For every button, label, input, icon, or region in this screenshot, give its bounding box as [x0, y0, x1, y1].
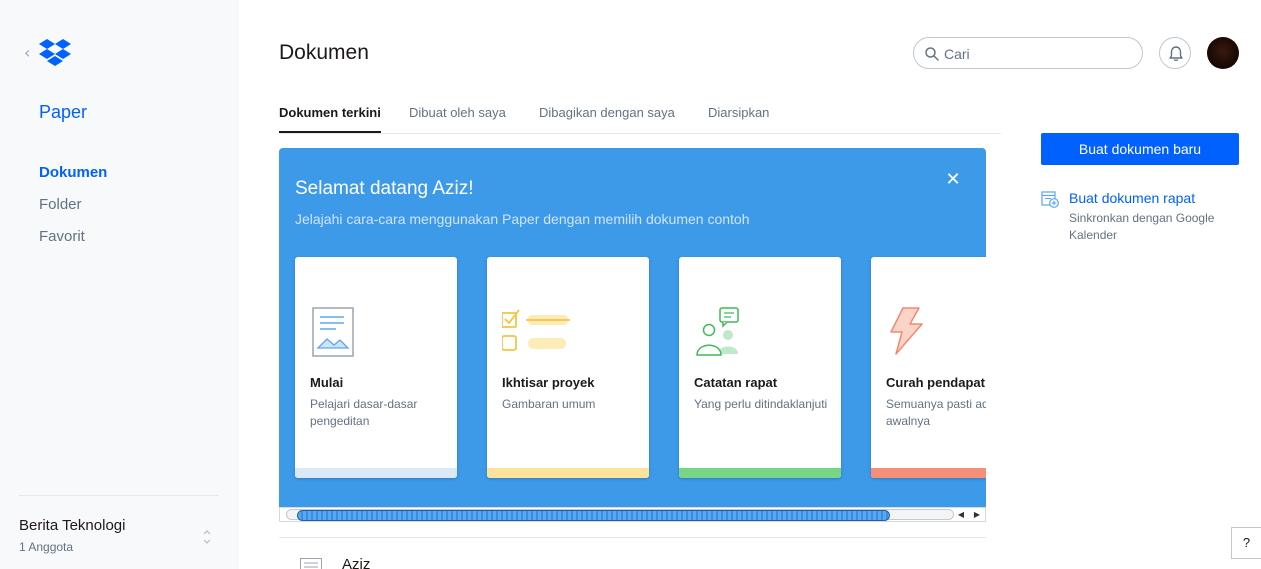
card-title: Curah pendapat: [886, 375, 985, 390]
card-color-stripe: [487, 468, 649, 478]
create-meeting-doc-link[interactable]: Buat dokumen rapat: [1069, 190, 1195, 206]
brand-name[interactable]: Paper: [39, 102, 87, 123]
sidebar: ‹ Paper Dokumen Folder Favorit Berita Te…: [0, 0, 239, 569]
welcome-panel: Selamat datang Aziz! Jelajahi cara-cara …: [279, 148, 986, 507]
tab-dokumen-terkini[interactable]: Dokumen terkini: [279, 105, 381, 133]
welcome-subtitle: Jelajahi cara-cara menggunakan Paper den…: [295, 211, 750, 227]
document-image-icon: [312, 307, 354, 357]
card-color-stripe: [679, 468, 841, 478]
sidebar-item-folder[interactable]: Folder: [39, 195, 107, 227]
list-divider: [279, 537, 986, 538]
meeting-doc-description: Sinkronkan dengan Google Kalender: [1069, 211, 1215, 242]
updown-chevron-icon[interactable]: [201, 527, 213, 547]
document-icon: [300, 558, 322, 569]
bell-icon: [1169, 46, 1183, 62]
card-description: Semuanya pasti ada awalnya: [886, 397, 986, 428]
notifications-button[interactable]: [1159, 37, 1191, 69]
document-tabs: Dokumen terkini Dibuat oleh saya Dibagik…: [279, 105, 1001, 134]
template-card-mulai[interactable]: Mulai Pelajari dasar-dasar pengeditan: [295, 257, 457, 478]
card-title: Catatan rapat: [694, 375, 778, 390]
scroll-left-arrow-icon[interactable]: ◀: [955, 509, 967, 520]
welcome-title: Selamat datang Aziz!: [295, 178, 474, 199]
tab-dibagikan-dengan-saya[interactable]: Dibagikan dengan saya: [539, 105, 675, 133]
template-card-ikhtisar-proyek[interactable]: Ikhtisar proyek Gambaran umum: [487, 257, 649, 478]
dropbox-logo-icon[interactable]: [38, 38, 72, 68]
scroll-right-arrow-icon[interactable]: ▶: [971, 509, 983, 520]
help-button[interactable]: ?: [1231, 527, 1261, 559]
card-title: Mulai: [310, 375, 344, 390]
card-color-stripe: [295, 468, 457, 478]
sidebar-nav: Dokumen Folder Favorit: [39, 163, 107, 259]
card-description: Yang perlu ditindaklanjuti: [694, 397, 828, 411]
create-document-button[interactable]: Buat dokumen baru: [1041, 133, 1239, 165]
sidebar-divider: [19, 495, 219, 496]
card-title: Ikhtisar proyek: [502, 375, 595, 390]
scrollbar-thumb[interactable]: [297, 510, 890, 521]
tab-dibuat-oleh-saya[interactable]: Dibuat oleh saya: [409, 105, 506, 133]
calendar-add-icon: [1041, 191, 1059, 208]
card-description: Gambaran umum: [502, 397, 596, 411]
team-member-count: 1 Anggota: [19, 540, 74, 554]
avatar[interactable]: [1207, 37, 1239, 69]
template-card-catatan-rapat[interactable]: Catatan rapat Yang perlu ditindaklanjuti: [679, 257, 841, 478]
team-name[interactable]: Berita Teknologi: [19, 517, 125, 534]
page-title: Dokumen: [279, 41, 369, 64]
close-icon[interactable]: ✕: [943, 170, 963, 190]
card-color-stripe: [871, 468, 986, 478]
checklist-icon: [502, 309, 570, 351]
search-box[interactable]: [913, 37, 1143, 69]
template-card-curah-pendapat[interactable]: Curah pendapat Semuanya pasti ada awalny…: [871, 257, 986, 478]
chevron-left-icon[interactable]: ‹: [24, 45, 30, 61]
search-icon: [925, 47, 939, 61]
card-description: Pelajari dasar-dasar pengeditan: [310, 397, 418, 428]
sidebar-item-dokumen[interactable]: Dokumen: [39, 163, 107, 195]
people-chat-icon: [696, 307, 739, 356]
sidebar-item-favorit[interactable]: Favorit: [39, 227, 107, 259]
tab-diarsipkan[interactable]: Diarsipkan: [708, 105, 769, 133]
list-item[interactable]: Aziz: [342, 556, 370, 569]
lightning-icon: [890, 307, 923, 355]
horizontal-scrollbar[interactable]: ◀ ▶: [279, 507, 986, 522]
search-input[interactable]: [944, 44, 1134, 64]
